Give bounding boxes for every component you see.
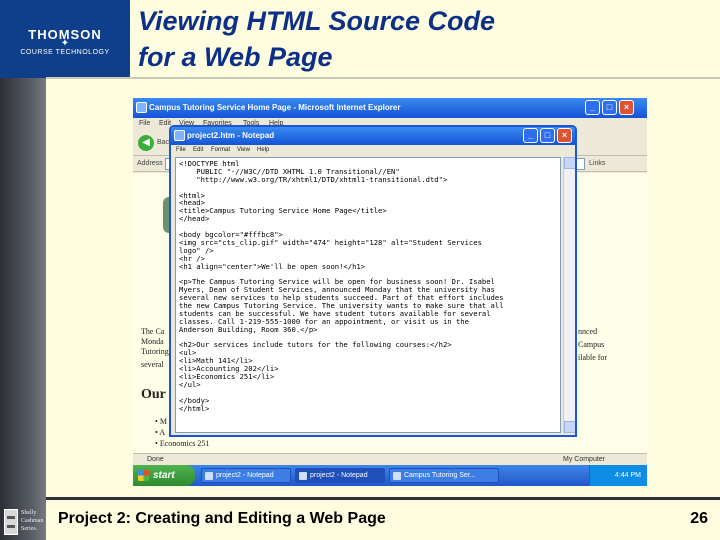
slide-footer: Project 2: Creating and Editing a Web Pa… — [46, 497, 720, 540]
notepad-menu-edit[interactable]: Edit — [193, 147, 203, 153]
status-zone: My Computer — [563, 456, 606, 463]
taskbar: start project2 - Notepad project2 - Note… — [133, 465, 647, 486]
page-heading: Our — [141, 387, 166, 402]
links-label[interactable]: Links — [589, 160, 605, 167]
footer-title: Project 2: Creating and Editing a Web Pa… — [58, 510, 386, 527]
browser-titlebar: Campus Tutoring Service Home Page - Micr… — [133, 98, 647, 118]
notepad-icon — [174, 130, 185, 141]
taskbar-item[interactable]: project2 - Notepad — [201, 468, 291, 483]
browser-window-controls: _ □ × — [585, 100, 634, 115]
maximize-icon[interactable]: □ — [540, 128, 555, 143]
notepad-text-area[interactable]: <!DOCTYPE html PUBLIC "-//W3C//DTD XHTML… — [175, 157, 561, 433]
notepad-menu-file[interactable]: File — [176, 147, 186, 153]
publisher-icon — [4, 509, 18, 535]
code-line: </body> — [179, 395, 210, 405]
code-line: Anderson Building, Room 360.</p> — [179, 324, 318, 334]
start-label: start — [153, 470, 175, 481]
logo-star-icon: ✦ — [60, 38, 70, 49]
code-line: <html> — [179, 190, 205, 200]
code-line: <title>Campus Tutoring Service Home Page… — [179, 206, 387, 216]
thomson-logo: THOMSON ✦ COURSE TECHNOLOGY — [0, 0, 130, 78]
page-para-right: Campus — [578, 340, 605, 349]
notepad-title: project2.htm - Notepad — [187, 131, 275, 140]
status-done: Done — [147, 456, 164, 463]
page-number: 26 — [690, 510, 708, 527]
ie-icon — [136, 102, 147, 113]
system-tray: 4:44 PM — [589, 465, 647, 486]
address-label: Address — [137, 160, 163, 167]
scroll-up-icon[interactable] — [564, 157, 575, 169]
taskbar-item[interactable]: Campus Tutoring Ser... — [389, 468, 499, 483]
page-bullet: • Economics 251 — [155, 439, 210, 448]
notepad-window[interactable]: project2.htm - Notepad _ □ × File Edit F… — [169, 125, 577, 437]
back-arrow-icon[interactable]: ◀ — [138, 135, 154, 151]
page-para-line: Tutoring — [141, 347, 169, 356]
clock: 4:44 PM — [614, 472, 641, 479]
slide-title-line-1: Viewing HTML Source Code — [138, 6, 496, 36]
page-para-line: Monda — [141, 337, 164, 346]
notepad-titlebar[interactable]: project2.htm - Notepad _ □ × — [171, 127, 575, 145]
windows-logo-icon — [138, 470, 149, 481]
taskbar-item[interactable]: project2 - Notepad — [295, 468, 385, 483]
start-button[interactable]: start — [133, 465, 195, 486]
code-line: "http://www.w3.org/TR/xhtml1/DTD/xhtml1-… — [179, 174, 448, 184]
close-icon[interactable]: × — [619, 100, 634, 115]
code-line: </html> — [179, 403, 210, 413]
publisher-logo: Shelly Cashman Series. — [2, 503, 46, 540]
code-line: logo" /> — [179, 245, 214, 255]
page-para-right: ilable for — [578, 353, 608, 362]
screenshot: Campus Tutoring Service Home Page - Micr… — [133, 98, 647, 486]
page-bullet: • M — [155, 417, 167, 426]
minimize-icon[interactable]: _ — [523, 128, 538, 143]
code-line: <h2>Our services include tutors for the … — [179, 340, 452, 350]
code-line: <h1 align="center">We'll be open soon!</… — [179, 261, 366, 271]
close-icon[interactable]: × — [557, 128, 572, 143]
scroll-down-icon[interactable] — [564, 421, 575, 433]
notepad-scrollbar[interactable] — [563, 157, 575, 433]
code-line: <li>Economics 251</li> — [179, 372, 275, 382]
page-para-line: several — [141, 360, 164, 369]
notepad-menu-format[interactable]: Format — [211, 147, 230, 153]
notepad-menubar: File Edit Format View Help — [171, 145, 575, 156]
title-divider — [46, 77, 720, 79]
notepad-menu-help[interactable]: Help — [257, 147, 269, 153]
browser-statusbar: Done My Computer — [133, 453, 647, 465]
maximize-icon[interactable]: □ — [602, 100, 617, 115]
notepad-window-controls: _ □ × — [523, 128, 572, 143]
logo-subtitle: COURSE TECHNOLOGY — [20, 49, 110, 56]
slide-title-line-2: for a Web Page — [138, 42, 333, 72]
page-bullet: • A — [155, 428, 166, 437]
slide-title: Viewing HTML Source Code for a Web Page — [130, 0, 720, 78]
code-line: </ul> — [179, 379, 201, 389]
browser-menu-file[interactable]: File — [139, 120, 150, 127]
browser-title: Campus Tutoring Service Home Page - Micr… — [149, 103, 401, 112]
page-para-line: The Ca — [141, 327, 165, 336]
page-para-right: nnced — [578, 327, 598, 336]
slide-sidebar — [0, 0, 46, 540]
code-line: </head> — [179, 214, 210, 224]
minimize-icon[interactable]: _ — [585, 100, 600, 115]
code-line: <img src="cts_clip.gif" width="474" heig… — [179, 237, 482, 247]
notepad-menu-view[interactable]: View — [237, 147, 250, 153]
publisher-text: Shelly Cashman Series. — [21, 510, 44, 532]
